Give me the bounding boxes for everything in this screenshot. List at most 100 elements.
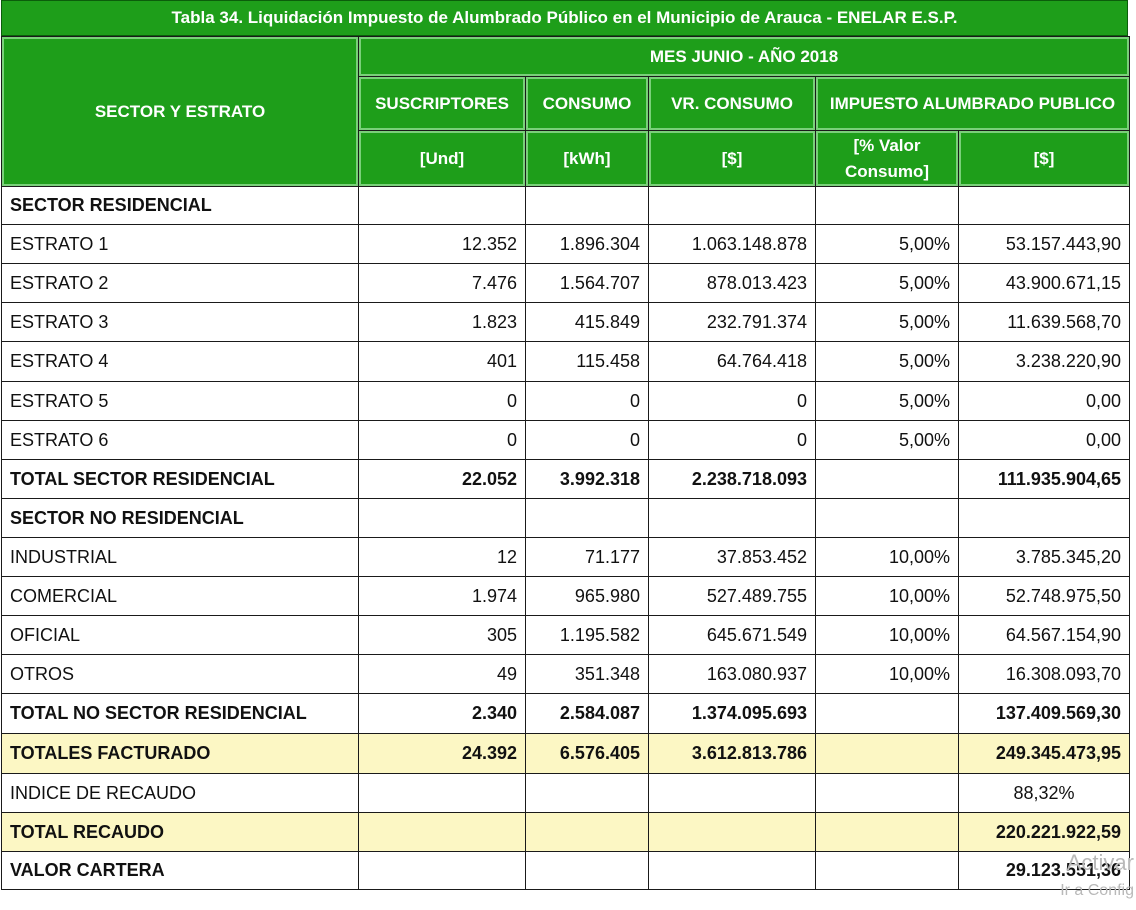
cell-pct-valor-consumo: 5,00% xyxy=(815,224,959,264)
cell-vr-consumo xyxy=(648,498,816,538)
cell-consumo: 351.348 xyxy=(525,654,649,694)
cell-vr-consumo xyxy=(648,812,816,852)
cell-consumo: 6.576.405 xyxy=(525,733,649,774)
cell-vr-consumo: 64.764.418 xyxy=(648,341,816,382)
header-unit-cop: [$] xyxy=(648,130,816,187)
table-row: ESTRATO 3 1.823 415.849 232.791.374 5,00% 11.… xyxy=(1,302,1130,342)
cell-impuesto xyxy=(958,186,1130,225)
cell-pct-valor-consumo xyxy=(815,693,959,734)
cell-pct-valor-consumo: 5,00% xyxy=(815,302,959,342)
cell-sector: INDICE DE RECAUDO xyxy=(1,773,359,813)
cell-pct-valor-consumo: 5,00% xyxy=(815,341,959,382)
cell-pct-valor-consumo: 10,00% xyxy=(815,615,959,655)
cell-consumo: 3.992.318 xyxy=(525,459,649,499)
cell-pct-valor-consumo xyxy=(815,459,959,499)
table-row: INDICE DE RECAUDO 88,32% xyxy=(1,773,1130,813)
cell-pct-valor-consumo: 10,00% xyxy=(815,654,959,694)
cell-vr-consumo: 163.080.937 xyxy=(648,654,816,694)
cell-vr-consumo: 878.013.423 xyxy=(648,263,816,303)
cell-vr-consumo: 3.612.813.786 xyxy=(648,733,816,774)
header-suscriptores: SUSCRIPTORES xyxy=(358,76,526,131)
cell-pct-valor-consumo xyxy=(815,733,959,774)
cell-pct-valor-consumo xyxy=(815,498,959,538)
cell-sector: OFICIAL xyxy=(1,615,359,655)
cell-vr-consumo: 37.853.452 xyxy=(648,537,816,577)
cell-impuesto: 64.567.154,90 xyxy=(958,615,1130,655)
cell-sector: INDUSTRIAL xyxy=(1,537,359,577)
cell-pct-valor-consumo: 5,00% xyxy=(815,263,959,303)
cell-impuesto xyxy=(958,498,1130,538)
cell-consumo: 0 xyxy=(525,420,649,460)
cell-suscriptores: 401 xyxy=(358,341,526,382)
cell-impuesto: 137.409.569,30 xyxy=(958,693,1130,734)
cell-impuesto: 43.900.671,15 xyxy=(958,263,1130,303)
cell-suscriptores: 305 xyxy=(358,615,526,655)
table-row: ESTRATO 2 7.476 1.564.707 878.013.423 5,00% 4… xyxy=(1,263,1130,303)
table-row: OFICIAL 305 1.195.582 645.671.549 10,00% 64.5… xyxy=(1,615,1130,655)
cell-vr-consumo: 232.791.374 xyxy=(648,302,816,342)
table-row: OTROS 49 351.348 163.080.937 10,00% 16.308.09… xyxy=(1,654,1130,694)
cell-sector: TOTAL SECTOR RESIDENCIAL xyxy=(1,459,359,499)
cell-impuesto: 111.935.904,65 xyxy=(958,459,1130,499)
cell-pct-valor-consumo xyxy=(815,851,959,890)
table-row: INDUSTRIAL 12 71.177 37.853.452 10,00% 3.785.… xyxy=(1,537,1130,577)
cell-pct-valor-consumo: 5,00% xyxy=(815,381,959,421)
table-row: COMERCIAL 1.974 965.980 527.489.755 10,00% 52… xyxy=(1,576,1130,616)
header-period: MES JUNIO - AÑO 2018 xyxy=(358,36,1130,77)
cell-pct-valor-consumo: 10,00% xyxy=(815,537,959,577)
cell-consumo: 1.564.707 xyxy=(525,263,649,303)
cell-vr-consumo xyxy=(648,773,816,813)
cell-pct-valor-consumo xyxy=(815,186,959,225)
cell-pct-valor-consumo xyxy=(815,812,959,852)
cell-vr-consumo: 0 xyxy=(648,381,816,421)
cell-impuesto: 249.345.473,95 xyxy=(958,733,1130,774)
cell-suscriptores: 2.340 xyxy=(358,693,526,734)
cell-vr-consumo xyxy=(648,186,816,225)
cell-sector: SECTOR NO RESIDENCIAL xyxy=(1,498,359,538)
cell-impuesto: 88,32% xyxy=(958,773,1130,813)
cell-suscriptores xyxy=(358,851,526,890)
cell-sector: ESTRATO 6 xyxy=(1,420,359,460)
cell-consumo: 1.896.304 xyxy=(525,224,649,264)
table-row: TOTAL NO SECTOR RESIDENCIAL 2.340 2.584.08… xyxy=(1,693,1130,734)
cell-vr-consumo xyxy=(648,851,816,890)
table-title: Tabla 34. Liquidación Impuesto de Alumbr… xyxy=(1,0,1128,36)
header-unit-und: [Und] xyxy=(358,130,526,187)
cell-suscriptores: 12.352 xyxy=(358,224,526,264)
cell-vr-consumo: 1.374.095.693 xyxy=(648,693,816,734)
cell-pct-valor-consumo: 5,00% xyxy=(815,420,959,460)
cell-consumo xyxy=(525,186,649,225)
cell-impuesto: 0,00 xyxy=(958,381,1130,421)
cell-suscriptores: 0 xyxy=(358,381,526,421)
cell-sector: TOTALES FACTURADO xyxy=(1,733,359,774)
table-row: ESTRATO 5 0 0 0 5,00% 0,00 xyxy=(1,381,1130,421)
cell-impuesto: 52.748.975,50 xyxy=(958,576,1130,616)
table-row: VALOR CARTERA 29.123.551,36 xyxy=(1,851,1130,890)
cell-suscriptores xyxy=(358,186,526,225)
cell-impuesto: 3.238.220,90 xyxy=(958,341,1130,382)
cell-impuesto: 0,00 xyxy=(958,420,1130,460)
cell-sector: VALOR CARTERA xyxy=(1,851,359,890)
cell-consumo xyxy=(525,773,649,813)
cell-suscriptores: 0 xyxy=(358,420,526,460)
cell-sector: ESTRATO 4 xyxy=(1,341,359,382)
cell-vr-consumo: 645.671.549 xyxy=(648,615,816,655)
cell-vr-consumo: 0 xyxy=(648,420,816,460)
cell-consumo: 415.849 xyxy=(525,302,649,342)
table-row: ESTRATO 4 401 115.458 64.764.418 5,00% 3.238.… xyxy=(1,341,1130,382)
cell-suscriptores: 12 xyxy=(358,537,526,577)
header-vr-consumo: VR. CONSUMO xyxy=(648,76,816,131)
cell-sector: ESTRATO 5 xyxy=(1,381,359,421)
cell-consumo xyxy=(525,812,649,852)
table-row: SECTOR NO RESIDENCIAL xyxy=(1,498,1130,538)
cell-sector: TOTAL NO SECTOR RESIDENCIAL xyxy=(1,693,359,734)
table-row: SECTOR RESIDENCIAL xyxy=(1,186,1130,225)
table-row: ESTRATO 1 12.352 1.896.304 1.063.148.878 5,0… xyxy=(1,224,1130,264)
activation-watermark: Activar xyxy=(1066,850,1134,875)
cell-sector: ESTRATO 3 xyxy=(1,302,359,342)
cell-consumo: 71.177 xyxy=(525,537,649,577)
cell-sector: ESTRATO 1 xyxy=(1,224,359,264)
cell-consumo: 0 xyxy=(525,381,649,421)
cell-suscriptores: 49 xyxy=(358,654,526,694)
cell-vr-consumo: 2.238.718.093 xyxy=(648,459,816,499)
